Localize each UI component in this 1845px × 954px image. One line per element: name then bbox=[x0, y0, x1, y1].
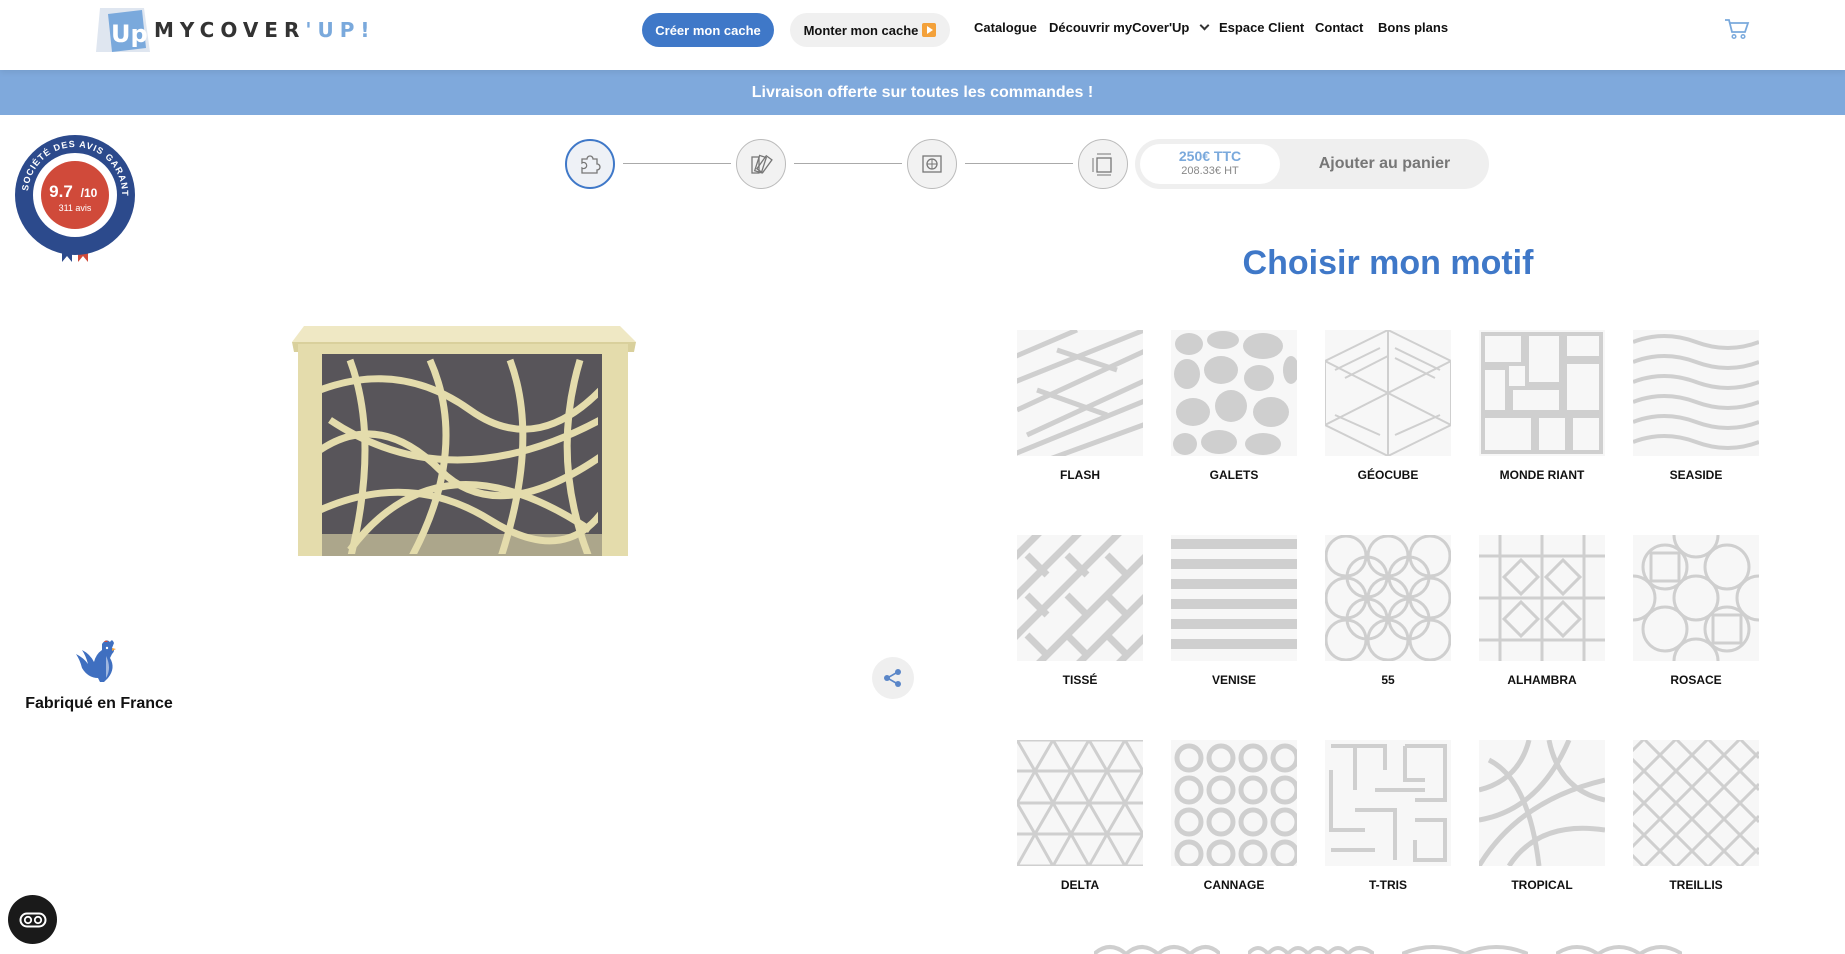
shipping-banner: Livraison offerte sur toutes les command… bbox=[0, 70, 1845, 115]
pattern-swatch bbox=[1325, 740, 1451, 866]
pattern-label: FLASH bbox=[1060, 468, 1100, 482]
rating-max: /10 bbox=[81, 186, 98, 200]
pattern-label: CANNAGE bbox=[1203, 878, 1265, 892]
pattern-tile-partial bbox=[1094, 940, 1220, 954]
pattern-swatch bbox=[1171, 535, 1297, 661]
pattern-swatch bbox=[1479, 535, 1605, 661]
puzzle-icon bbox=[581, 155, 601, 174]
step-dimensions[interactable] bbox=[1078, 139, 1128, 189]
pattern-tile-treillis[interactable]: TREILLIS bbox=[1633, 740, 1759, 892]
pattern-tile-flash[interactable]: FLASH bbox=[1017, 330, 1143, 482]
pattern-tile-55[interactable]: 55 bbox=[1325, 535, 1451, 687]
pattern-swatch bbox=[1325, 330, 1451, 456]
pattern-swatch bbox=[1171, 740, 1297, 866]
nav-contact[interactable]: Contact bbox=[1315, 20, 1363, 35]
pattern-swatch bbox=[1017, 330, 1143, 456]
pattern-tile-t-tris[interactable]: T-TRIS bbox=[1325, 740, 1451, 892]
brand-up: 'UP! bbox=[305, 18, 376, 42]
brand-wordmark: MYCOVER'UP! bbox=[154, 18, 376, 42]
rating-badge[interactable]: SOCIÉTÉ DES AVIS GARANTIS 9.7 /10 311 av… bbox=[14, 134, 136, 264]
cart-icon[interactable] bbox=[1724, 18, 1750, 40]
brand-cover: COVER bbox=[199, 18, 306, 42]
made-in-france-label: Fabriqué en France bbox=[25, 695, 173, 712]
pattern-swatch bbox=[1633, 535, 1759, 661]
pattern-swatch bbox=[1633, 330, 1759, 456]
pattern-tile-partial bbox=[1248, 940, 1374, 954]
accessibility-icon bbox=[19, 912, 46, 927]
assemble-cover-label: Monter mon cache bbox=[803, 22, 919, 38]
rating-count: 311 avis bbox=[59, 203, 92, 213]
pattern-tile-monde-riant[interactable]: MONDE RIANT bbox=[1479, 330, 1605, 482]
product-preview[interactable] bbox=[290, 300, 640, 565]
pattern-tile-galets[interactable]: GALETS bbox=[1171, 330, 1297, 482]
assemble-cover-button[interactable]: Monter mon cache bbox=[790, 13, 950, 47]
pattern-tile-cannage[interactable]: CANNAGE bbox=[1171, 740, 1297, 892]
pattern-label: TROPICAL bbox=[1511, 878, 1573, 892]
play-icon bbox=[922, 23, 937, 37]
price-display: 250€ TTC 208.33€ HT bbox=[1140, 144, 1280, 184]
step-unit[interactable] bbox=[907, 139, 957, 189]
step-color[interactable] bbox=[736, 139, 786, 189]
pattern-section-title: Choisir mon motif bbox=[1242, 244, 1534, 282]
pattern-swatch bbox=[1325, 535, 1451, 661]
pattern-label: TREILLIS bbox=[1669, 878, 1723, 892]
pattern-tile-tropical[interactable]: TROPICAL bbox=[1479, 740, 1605, 892]
nav-customer-area[interactable]: Espace Client bbox=[1219, 20, 1304, 35]
logo-badge-icon: Up bbox=[96, 8, 150, 52]
nav-catalogue[interactable]: Catalogue bbox=[974, 20, 1037, 35]
pattern-tile-alhambra[interactable]: ALHAMBRA bbox=[1479, 535, 1605, 687]
pattern-label: MONDE RIANT bbox=[1499, 468, 1585, 482]
pattern-label: T-TRIS bbox=[1369, 878, 1407, 892]
nav-discover[interactable]: Découvrir myCover'Up bbox=[1049, 20, 1210, 35]
step-design[interactable] bbox=[565, 139, 615, 189]
pattern-tile-partial bbox=[1402, 940, 1528, 954]
pattern-label: ALHAMBRA bbox=[1507, 673, 1577, 687]
share-icon bbox=[884, 669, 901, 687]
pattern-label: SEASIDE bbox=[1669, 468, 1723, 482]
nav-discover-label: Découvrir myCover'Up bbox=[1049, 20, 1190, 35]
pattern-swatch bbox=[1017, 740, 1143, 866]
pattern-tile-seaside[interactable]: SEASIDE bbox=[1633, 330, 1759, 482]
pattern-swatch bbox=[1171, 330, 1297, 456]
pattern-tile-venise[interactable]: VENISE bbox=[1171, 535, 1297, 687]
pattern-tile-delta[interactable]: DELTA bbox=[1017, 740, 1143, 892]
pattern-label: ROSACE bbox=[1670, 673, 1722, 687]
create-cover-button[interactable]: Créer mon cache bbox=[642, 13, 774, 47]
pattern-tile-partial bbox=[1556, 940, 1682, 954]
pattern-label: TISSÉ bbox=[1062, 673, 1098, 687]
rating-score: 9.7 bbox=[49, 182, 73, 201]
pattern-swatch bbox=[1017, 535, 1143, 661]
pattern-swatch bbox=[1479, 740, 1605, 866]
price-ht: 208.33€ HT bbox=[1181, 165, 1239, 177]
add-to-cart-button[interactable]: Ajouter au panier bbox=[1280, 139, 1489, 189]
unit-icon bbox=[922, 155, 942, 173]
price-cart-bar: 250€ TTC 208.33€ HT Ajouter au panier bbox=[1135, 139, 1489, 189]
pattern-tile-tiss-[interactable]: TISSÉ bbox=[1017, 535, 1143, 687]
pattern-label: GALETS bbox=[1209, 468, 1259, 482]
pattern-label: VENISE bbox=[1211, 673, 1256, 687]
step-connector bbox=[965, 163, 1073, 164]
brand-logo[interactable]: Up MYCOVER'UP! bbox=[94, 4, 376, 56]
chevron-down-icon bbox=[1199, 20, 1210, 31]
pattern-label: DELTA bbox=[1060, 878, 1100, 892]
pattern-swatch bbox=[1633, 740, 1759, 866]
price-ttc: 250€ TTC bbox=[1178, 148, 1242, 164]
pattern-swatch bbox=[1479, 330, 1605, 456]
swatches-icon bbox=[751, 154, 773, 174]
accessibility-button[interactable] bbox=[8, 895, 57, 944]
step-connector bbox=[794, 163, 902, 164]
pattern-tile-rosace[interactable]: ROSACE bbox=[1633, 535, 1759, 687]
nav-deals[interactable]: Bons plans bbox=[1378, 20, 1448, 35]
pattern-label: 55 bbox=[1381, 673, 1395, 687]
pattern-label: GÉOCUBE bbox=[1357, 468, 1419, 482]
dimensions-icon bbox=[1092, 153, 1112, 176]
share-button[interactable] bbox=[872, 657, 914, 699]
rooster-icon bbox=[76, 640, 116, 682]
pattern-tile-g-ocube[interactable]: GÉOCUBE bbox=[1325, 330, 1451, 482]
made-in-france: Fabriqué en France bbox=[14, 634, 184, 713]
step-connector bbox=[623, 163, 731, 164]
site-header: Up MYCOVER'UP! Créer mon cache Monter mo… bbox=[0, 0, 1845, 70]
svg-text:Up: Up bbox=[111, 20, 148, 48]
brand-my: MY bbox=[154, 18, 200, 42]
